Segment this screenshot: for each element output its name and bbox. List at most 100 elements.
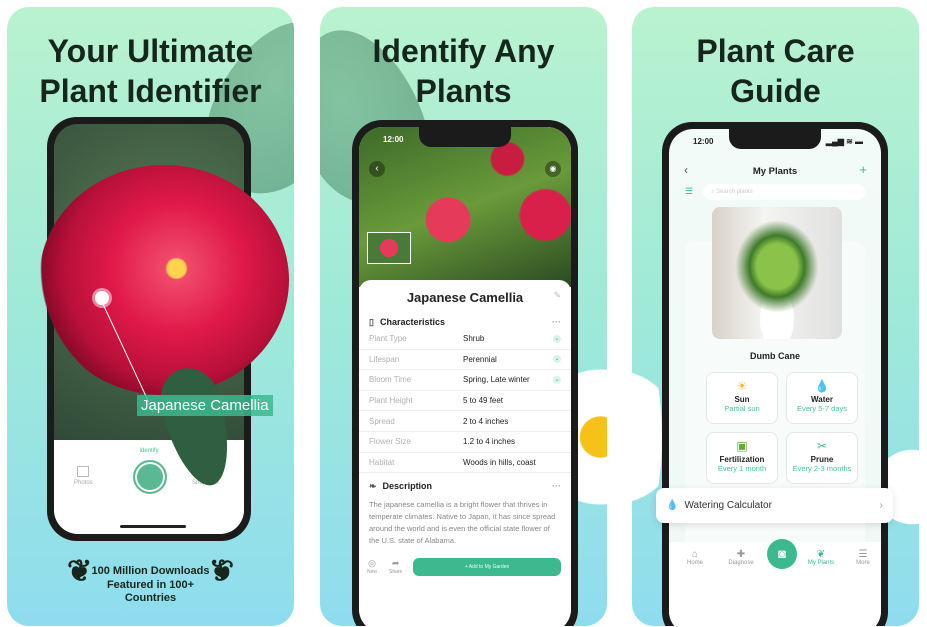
back-button[interactable]: ‹	[369, 161, 385, 177]
photos-button[interactable]: Photos	[74, 466, 93, 486]
nav-label: My Plants	[807, 560, 835, 566]
laurel-right-icon: ❦	[208, 555, 234, 588]
section-title: Characteristics	[379, 317, 445, 327]
characteristic-row[interactable]: Bloom Time Spring, Late winter ⌄	[359, 370, 571, 391]
characteristic-label: Habitat	[369, 457, 395, 467]
characteristic-row[interactable]: Lifespan Perennial ⌄	[359, 350, 571, 371]
headline: Plant Care Guide	[632, 31, 919, 111]
panel-identify-plants: Identify Any Plants 12:00 ‹ ◉ Japanese Ca…	[320, 7, 607, 626]
care-title: Fertilization	[719, 455, 765, 464]
panel-plant-identifier: Your Ultimate Plant Identifier Identify P…	[7, 7, 294, 626]
share-button[interactable]: ➦ Share	[389, 558, 402, 575]
shutter-button[interactable]	[133, 460, 167, 494]
camellia-flower-image	[39, 165, 289, 395]
characteristic-value: 5 to 49 feet	[463, 396, 504, 406]
page-title: My Plants	[752, 166, 798, 177]
more-icon[interactable]: ···	[552, 481, 561, 491]
characteristics-header: ▯ Characteristics ···	[359, 315, 571, 329]
nav-item-home[interactable]: ⌂ Home	[675, 549, 715, 566]
home-indicator	[120, 525, 186, 528]
nav-icon: ❦	[816, 549, 826, 560]
camera-fab[interactable]: ◙	[767, 539, 797, 569]
characteristic-value: Shrub	[463, 334, 485, 344]
share-label: Share	[389, 569, 403, 575]
care-card-fertilization[interactable]: ▣ Fertilization Every 1 month	[706, 432, 778, 484]
care-title: Sun	[734, 395, 750, 404]
care-value: Every 1 month	[717, 464, 767, 473]
section-title: Description	[382, 481, 433, 492]
camera-icon: ◎	[368, 558, 376, 568]
care-card-sun[interactable]: ☀ Sun Partial sun	[706, 372, 778, 424]
characteristics-list: Plant Type Shrub ⌄ Lifespan Perennial ⌄ Bloom …	[359, 329, 571, 474]
badge-line: 100 Million Downloads	[91, 565, 210, 577]
more-icon[interactable]: ···	[552, 317, 561, 327]
status-time: 12:00	[383, 135, 404, 144]
details-sheet: Japanese Camellia ✎ ▯ Characteristics ··· …	[359, 280, 571, 626]
nav-label: More	[856, 560, 870, 566]
description-text: The japanese camellia is a bright flower…	[369, 500, 556, 546]
characteristic-value: 2 to 4 inches	[463, 416, 509, 426]
plant-name: Japanese Camellia	[406, 290, 524, 305]
characteristic-value: Perennial	[463, 354, 497, 364]
characteristic-label: Flower Size	[369, 437, 411, 447]
watering-calculator-label: Watering Calculator	[684, 500, 772, 511]
care-value: Partial sun	[724, 404, 760, 413]
characteristic-label: Plant Type	[369, 334, 407, 344]
characteristic-row[interactable]: Plant Type Shrub ⌄	[359, 329, 571, 350]
camera-icon[interactable]: ◉	[545, 161, 561, 177]
nav-item-more[interactable]: ☰ More	[843, 549, 881, 566]
edit-icon[interactable]: ✎	[553, 290, 561, 301]
scissors-icon: ✂	[816, 439, 828, 453]
characteristic-label: Plant Height	[369, 396, 413, 406]
water-drop-icon: 💧	[814, 379, 830, 393]
nav-item-my-plants[interactable]: ❦ My Plants	[801, 549, 841, 566]
status-icons: ▂▄▆ ≋ ▬	[825, 137, 863, 146]
headline-line: Plants	[415, 73, 512, 109]
leaf-icon: ❧	[369, 480, 377, 491]
chevron-right-icon: ›	[879, 500, 883, 511]
characteristic-label: Spread	[369, 416, 395, 426]
sort-icon[interactable]: ☰	[685, 186, 693, 197]
nav-item-diagnose[interactable]: ✚ Diagnose	[721, 549, 761, 566]
headline-line: Plant Identifier	[39, 73, 262, 109]
new-button[interactable]: ◎ New	[367, 558, 377, 575]
chevron-down-icon[interactable]: ⌄	[553, 334, 561, 343]
care-card-prune[interactable]: ✂ Prune Every 2-3 months	[786, 432, 858, 484]
nav-label: Home	[686, 560, 703, 566]
laurel-left-icon: ❦	[67, 555, 93, 588]
new-label: New	[367, 569, 378, 575]
watering-calculator-button[interactable]: 💧 Watering Calculator ›	[656, 488, 893, 523]
plant-name-tag: Japanese Camellia	[137, 395, 273, 416]
characteristic-label: Lifespan	[369, 354, 400, 364]
care-title: Water	[811, 395, 833, 404]
search-input[interactable]: ⌕ Search plants	[703, 184, 865, 200]
badge-line: Countries	[124, 592, 177, 604]
bottom-toolbar: ◎ New ➦ Share + Add to My Garden	[359, 558, 571, 580]
plant-photo	[712, 207, 842, 339]
badge-line: Featured in 100+	[106, 578, 195, 591]
sun-icon: ☀	[736, 379, 748, 393]
chevron-down-icon[interactable]: ⌄	[553, 375, 561, 384]
thumbnail[interactable]	[367, 232, 411, 264]
panel-plant-care-guide: Plant Care Guide 12:00 ▂▄▆ ≋ ▬ ‹ My Plant…	[632, 7, 919, 626]
nav-icon: ⌂	[691, 549, 699, 560]
awards-badge: ❦ ❦ 100 Million Downloads Featured in 10…	[7, 555, 294, 606]
plant-name: Dumb Cane	[749, 351, 800, 361]
fertilizer-icon: ▣	[736, 439, 748, 453]
headline-line: Identify Any	[372, 33, 555, 69]
ruler-icon: ▯	[369, 316, 374, 327]
nav-label: Diagnose	[728, 560, 754, 566]
care-value: Every 2-3 months	[792, 464, 852, 473]
characteristic-row: Plant Height 5 to 49 feet	[359, 391, 571, 412]
headline: Your Ultimate Plant Identifier	[7, 31, 294, 111]
phone-mockup: 12:00 ▂▄▆ ≋ ▬ ‹ My Plants + ☰ ⌕ Search p…	[662, 122, 888, 626]
care-title: Prune	[810, 455, 834, 464]
care-card-water[interactable]: 💧 Water Every 5-7 days	[786, 372, 858, 424]
headline-line: Your Ultimate	[47, 33, 254, 69]
search-placeholder: Search plants	[716, 189, 753, 195]
add-to-garden-button[interactable]: + Add to My Garden	[413, 558, 561, 576]
characteristic-label: Bloom Time	[369, 375, 412, 385]
characteristic-row: Spread 2 to 4 inches	[359, 411, 571, 432]
chevron-down-icon[interactable]: ⌄	[553, 355, 561, 364]
add-plant-button[interactable]: +	[859, 162, 867, 177]
